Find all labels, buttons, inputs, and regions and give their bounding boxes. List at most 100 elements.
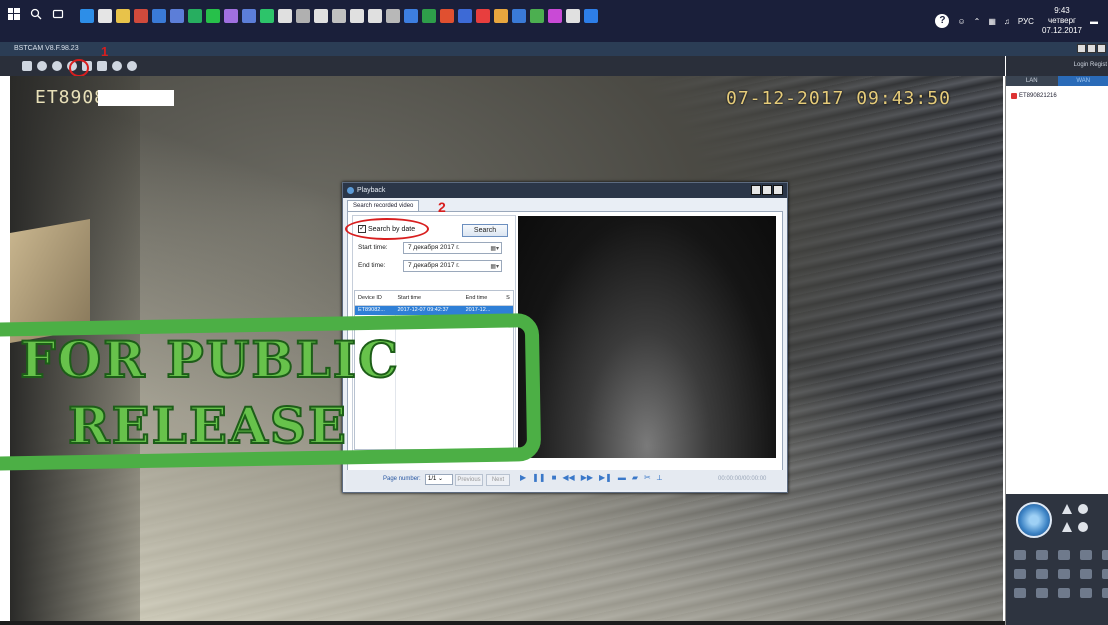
notification-icon[interactable]: ▬ xyxy=(1090,17,1098,26)
search-button[interactable]: Search xyxy=(462,224,508,237)
network-icon[interactable]: ▦ xyxy=(988,17,996,26)
close-button[interactable] xyxy=(1097,44,1106,53)
dialog-maximize-button[interactable] xyxy=(762,185,772,195)
task-view-icon[interactable] xyxy=(52,8,64,20)
help-icon[interactable]: ? xyxy=(935,14,950,28)
column-end-time[interactable]: End time xyxy=(463,291,503,305)
preset-icon[interactable] xyxy=(1036,550,1048,560)
minimize-button[interactable] xyxy=(1077,44,1086,53)
taskbar-app-icon[interactable] xyxy=(566,9,580,23)
tab-lan[interactable]: LAN xyxy=(1006,76,1058,86)
taskbar-app-icon[interactable] xyxy=(440,9,454,23)
taskbar-app-icon[interactable] xyxy=(350,9,364,23)
play-icon[interactable]: ▶ xyxy=(520,473,526,483)
chevron-up-icon[interactable]: ⌃ xyxy=(974,17,981,26)
search-icon[interactable] xyxy=(30,8,42,20)
preset-icon[interactable] xyxy=(1102,588,1108,598)
focus-icon[interactable] xyxy=(1078,504,1088,514)
taskbar-app-icon[interactable] xyxy=(116,9,130,23)
preset-icon[interactable] xyxy=(1014,588,1026,598)
volume-icon[interactable]: ♫ xyxy=(1004,17,1010,26)
snapshot-icon[interactable] xyxy=(52,61,62,71)
column-size[interactable]: S xyxy=(503,291,513,305)
preset-icon[interactable] xyxy=(1036,588,1048,598)
cut-icon[interactable]: ✂ xyxy=(644,473,651,483)
taskbar-app-icon[interactable] xyxy=(224,9,238,23)
taskbar-app-icon[interactable] xyxy=(206,9,220,23)
preset-icon[interactable] xyxy=(1014,550,1026,560)
preset-icon[interactable] xyxy=(1058,550,1070,560)
taskbar-app-icon[interactable] xyxy=(278,9,292,23)
preset-icon[interactable] xyxy=(1080,550,1092,560)
people-icon[interactable]: ☺ xyxy=(957,17,965,26)
taskbar-app-icon[interactable] xyxy=(458,9,472,23)
preset-icon[interactable] xyxy=(1058,569,1070,579)
dialog-close-button[interactable] xyxy=(773,185,783,195)
device-tree-item[interactable]: ET890821216 xyxy=(1011,93,1057,99)
taskbar-app-icon[interactable] xyxy=(548,9,562,23)
taskbar-app-icon[interactable] xyxy=(188,9,202,23)
info-icon[interactable] xyxy=(127,61,137,71)
preset-icon[interactable] xyxy=(1080,569,1092,579)
taskbar-app-icon[interactable] xyxy=(296,9,310,23)
taskbar-app-icon[interactable] xyxy=(386,9,400,23)
taskbar-app-icon[interactable] xyxy=(530,9,544,23)
dialog-minimize-button[interactable] xyxy=(751,185,761,195)
taskbar-app-icon[interactable] xyxy=(476,9,490,23)
taskbar-app-icon[interactable] xyxy=(134,9,148,23)
login-register-links[interactable]: Login Regist xyxy=(1006,56,1108,76)
record-icon[interactable] xyxy=(37,61,47,71)
snapshot-icon[interactable]: ▬ xyxy=(618,473,626,483)
end-time-picker[interactable]: 7 декабря 2017 г. ▦▾ xyxy=(403,260,502,272)
iris-icon[interactable] xyxy=(1078,522,1088,532)
folder-icon[interactable]: ▰ xyxy=(632,473,638,483)
preset-icon[interactable] xyxy=(1036,569,1048,579)
start-time-picker[interactable]: 7 декабря 2017 г. ▦▾ xyxy=(403,242,502,254)
taskbar-app-icon[interactable] xyxy=(512,9,526,23)
taskbar-app-icon[interactable] xyxy=(170,9,184,23)
zoom-out-icon[interactable] xyxy=(1062,522,1072,532)
taskbar-app-icon[interactable] xyxy=(494,9,508,23)
taskbar-app-icon[interactable] xyxy=(80,9,94,23)
device-list-icon[interactable] xyxy=(22,61,32,71)
windows-start-icon[interactable] xyxy=(8,8,20,20)
frame-step-icon[interactable]: ▶❚ xyxy=(599,473,612,483)
column-start-time[interactable]: Start time xyxy=(395,291,463,305)
tab-search-recorded-video[interactable]: Search recorded video xyxy=(347,200,420,211)
next-button[interactable]: Next xyxy=(486,474,510,486)
taskbar-clock[interactable]: 9:43 четверг 07.12.2017 xyxy=(1042,6,1082,36)
zoom-in-icon[interactable] xyxy=(1062,504,1072,514)
taskbar-app-icon[interactable] xyxy=(152,9,166,23)
taskbar-app-icon[interactable] xyxy=(404,9,418,23)
playback-video-viewer[interactable] xyxy=(518,216,776,458)
stop-icon[interactable]: ■ xyxy=(552,473,557,483)
preset-icon[interactable] xyxy=(1102,569,1108,579)
taskbar-app-icon[interactable] xyxy=(584,9,598,23)
preset-icon[interactable] xyxy=(1058,588,1070,598)
column-device-id[interactable]: Device ID xyxy=(355,291,395,305)
tab-wan[interactable]: WAN xyxy=(1057,76,1108,86)
settings-icon[interactable] xyxy=(97,61,107,71)
pause-icon[interactable]: ❚❚ xyxy=(532,473,545,483)
preset-icon[interactable] xyxy=(1102,550,1108,560)
fast-forward-icon[interactable]: ▶▶ xyxy=(581,473,593,483)
taskbar-app-icon[interactable] xyxy=(260,9,274,23)
clip-icon[interactable]: ⟂ xyxy=(657,473,662,483)
preset-icon[interactable] xyxy=(1014,569,1026,579)
calendar-icon[interactable]: ▦▾ xyxy=(490,244,499,254)
ptz-joystick[interactable] xyxy=(1016,502,1052,538)
taskbar-app-icon[interactable] xyxy=(368,9,382,23)
rewind-icon[interactable]: ◀◀ xyxy=(562,473,574,483)
preset-icon[interactable] xyxy=(1080,588,1092,598)
help-icon[interactable] xyxy=(112,61,122,71)
taskbar-app-icon[interactable] xyxy=(332,9,346,23)
page-number-select[interactable]: 1/1 ⌄ xyxy=(425,474,453,485)
previous-button[interactable]: Previous xyxy=(455,474,483,486)
taskbar-app-icon[interactable] xyxy=(314,9,328,23)
taskbar-app-icon[interactable] xyxy=(242,9,256,23)
taskbar-app-icon[interactable] xyxy=(98,9,112,23)
calendar-icon[interactable]: ▦▾ xyxy=(490,262,499,272)
language-indicator[interactable]: РУС xyxy=(1018,17,1034,26)
maximize-button[interactable] xyxy=(1087,44,1096,53)
taskbar-app-icon[interactable] xyxy=(422,9,436,23)
